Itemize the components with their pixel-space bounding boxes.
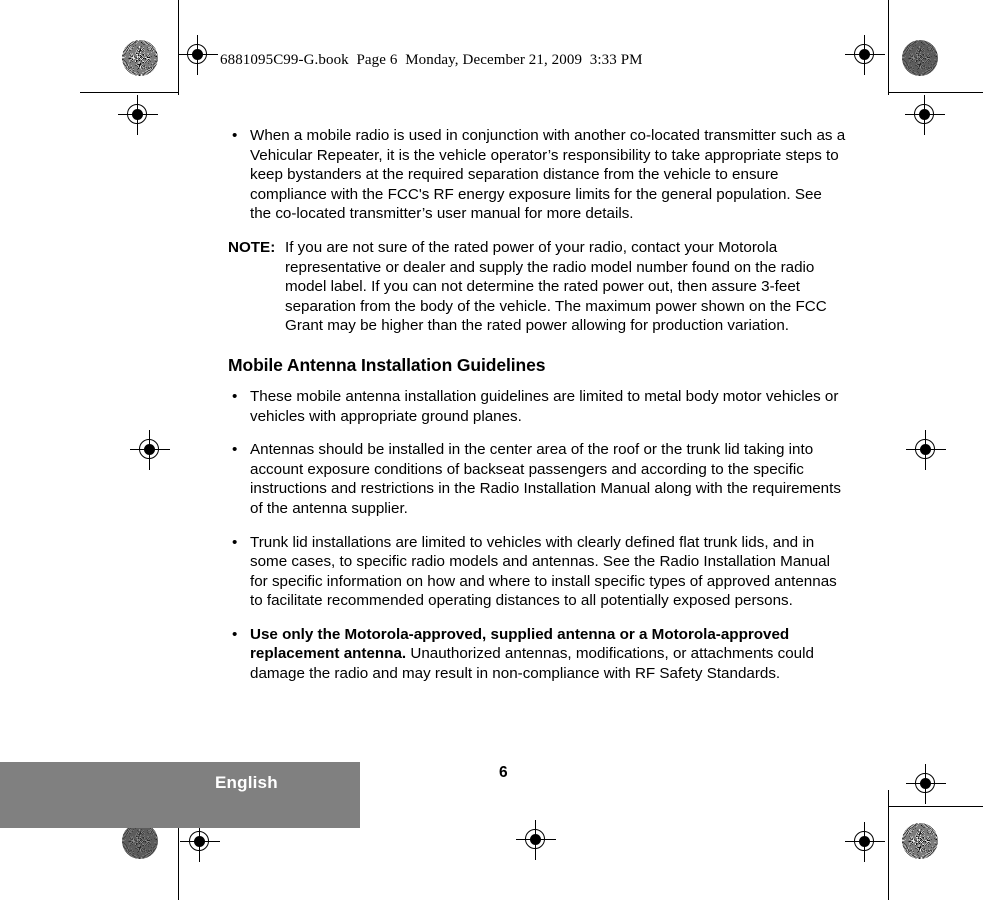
footer-language-bar [0,762,360,828]
registration-mark-upper-right [905,95,945,135]
bullet-marker-icon: • [232,625,238,643]
star-target-bottom-right-icon [902,823,938,859]
main-content-column: • When a mobile radio is used in conjunc… [228,126,846,698]
registration-mark-upper-left [118,95,158,135]
crop-line-top-right-horizontal [888,92,983,93]
note-label: NOTE: [228,238,276,256]
crop-line-right-vertical [888,0,889,95]
bullet-text: Trunk lid installations are limited to v… [250,533,837,610]
bullet-marker-icon: • [232,127,238,144]
registration-mark-top-left [178,35,218,75]
bullet-marker-icon: • [232,441,238,459]
registration-mark-top-right [845,35,885,75]
crop-line-bottom-right-horizontal [888,806,983,807]
star-target-top-left-icon [122,40,158,76]
crop-line-top-left-horizontal [80,92,178,93]
footer-language-label: English [215,773,278,792]
book-header-line: 6881095C99-G.book Page 6 Monday, Decembe… [220,52,643,68]
star-target-bottom-left-icon [122,823,158,859]
bullet-text: When a mobile radio is used in conjuncti… [250,127,846,223]
bullet-item: • Use only the Motorola-approved, suppli… [228,625,846,684]
bullet-item: • When a mobile radio is used in conjunc… [228,126,846,224]
bullet-marker-icon: • [232,533,238,551]
registration-mark-bottom-left [180,822,220,862]
registration-mark-bottom-center [516,820,556,860]
page-canvas: 6881095C99-G.book Page 6 Monday, Decembe… [0,0,983,900]
registration-mark-middle-right [906,430,946,470]
bullet-text: Antennas should be installed in the cent… [250,441,841,517]
registration-mark-middle-left [130,430,170,470]
bullet-marker-icon: • [232,387,238,405]
registration-mark-lower-right [906,764,946,804]
note-block: NOTE: If you are not sure of the rated p… [228,238,846,336]
bullet-text: These mobile antenna installation guidel… [250,387,839,425]
page-title: Mobile Antenna Installation Guidelines [228,354,546,375]
star-target-top-right-icon [902,40,938,76]
bullet-item: • Antennas should be installed in the ce… [228,440,846,518]
page-number: 6 [499,764,508,781]
bullet-item: • Trunk lid installations are limited to… [228,533,846,611]
registration-mark-bottom-right [845,822,885,862]
note-text: If you are not sure of the rated power o… [285,238,827,335]
bullet-item: • These mobile antenna installation guid… [228,387,846,426]
